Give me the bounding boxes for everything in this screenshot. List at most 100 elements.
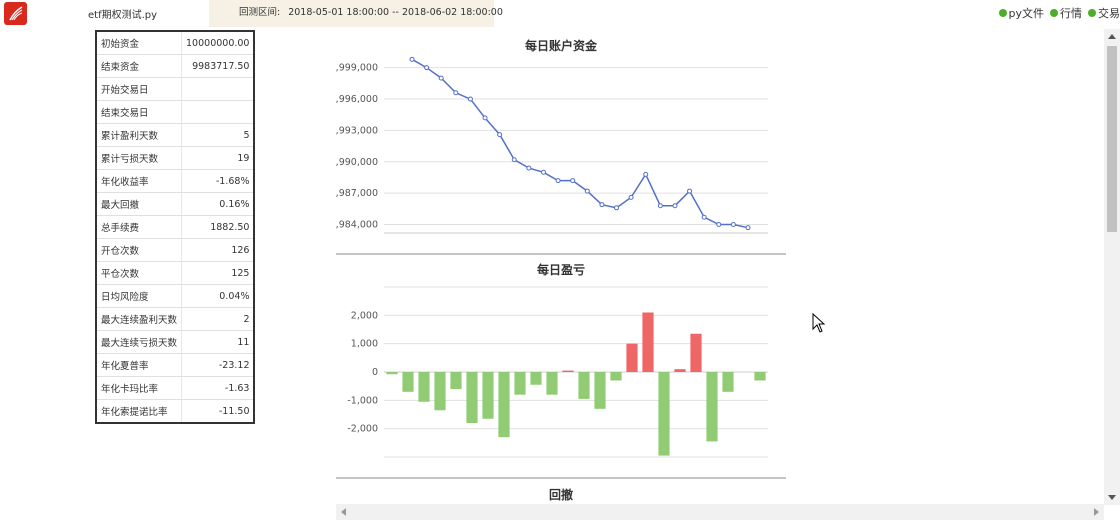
stats-row: 年化索提诺比率 -11.50 [96, 399, 254, 423]
data-point [570, 178, 576, 184]
stat-label: 年化夏普率 [96, 353, 183, 377]
stat-value: 19 [181, 146, 255, 170]
stat-label: 最大连续盈利天数 [96, 307, 183, 331]
bar [594, 372, 606, 409]
y-tick-label: -1,000 [347, 395, 378, 406]
data-point [716, 222, 722, 228]
green-dot-icon [1050, 9, 1058, 17]
y-tick-label: 9,990,000 [336, 157, 378, 168]
scroll-up-icon[interactable] [1108, 34, 1116, 39]
data-point [409, 56, 415, 62]
bar [658, 372, 670, 456]
stats-row: 累计亏损天数 19 [96, 146, 255, 170]
data-point [730, 222, 736, 228]
scroll-left-icon[interactable] [341, 508, 346, 516]
stat-value [181, 100, 255, 124]
horizontal-scrollbar[interactable] [336, 504, 1104, 520]
link-market-label: 行情 [1060, 7, 1082, 20]
data-point [467, 96, 473, 102]
bar [482, 372, 494, 419]
data-point [511, 157, 517, 163]
stat-label: 日均风险度 [96, 284, 183, 308]
bar [386, 372, 398, 375]
stats-row: 平仓次数 125 [96, 261, 255, 285]
bar [674, 369, 686, 372]
data-point [453, 90, 459, 96]
stat-label: 年化索提诺比率 [96, 399, 183, 423]
bar [626, 343, 638, 372]
data-point [584, 188, 590, 194]
stat-value [181, 77, 255, 101]
bar [498, 372, 510, 438]
green-dot-icon [998, 9, 1007, 17]
stat-label: 结束交易日 [96, 100, 183, 124]
range-value: 2018-05-01 18:00:00 -- 2018-06-02 18:00:… [288, 7, 503, 18]
stat-label: 年化收益率 [96, 169, 183, 193]
top-nav-links: py文件 行情 交易 [998, 5, 1120, 21]
y-tick-label: 9,993,000 [336, 125, 378, 136]
link-py-file-label: py文件 [1008, 7, 1045, 20]
charts-svg: 每日账户资金 9,999,000 9,996,000 9,993,000 9,990,0… [336, 38, 786, 502]
stat-label: 年化卡玛比率 [96, 376, 183, 400]
stat-value: 10000000.00 [181, 31, 255, 55]
data-point [424, 65, 430, 71]
data-point [540, 169, 546, 175]
stat-label: 累计盈利天数 [96, 123, 183, 147]
stat-value: 2 [181, 307, 255, 331]
strategy-filename: etf期权测试.py [88, 10, 158, 21]
y-tick-label: 1,000 [351, 339, 378, 350]
y-tick-label: 9,999,000 [336, 63, 378, 74]
data-point [687, 188, 693, 194]
bar [610, 372, 622, 381]
bar [402, 372, 414, 392]
vertical-scrollbar[interactable] [1104, 29, 1120, 505]
bar [754, 372, 766, 381]
bar [434, 372, 446, 411]
stats-row: 累计盈利天数 5 [96, 123, 255, 147]
data-point [482, 115, 488, 121]
chart-title: 回撤 [549, 487, 573, 502]
bar [450, 372, 462, 389]
data-point [672, 203, 678, 209]
data-point [628, 194, 634, 200]
stat-label: 结束资金 [96, 54, 183, 78]
link-trades[interactable]: 交易 [1088, 5, 1120, 21]
backtest-range: 回测区间: 2018-05-01 18:00:00 -- 2018-06-02 1… [209, 0, 503, 27]
data-point [526, 165, 532, 171]
stat-label: 开仓次数 [96, 238, 183, 262]
stats-row: 年化夏普率 -23.12 [96, 353, 255, 377]
bar [514, 372, 526, 395]
chart-title: 每日账户资金 [525, 38, 598, 53]
stat-label: 最大连续亏损天数 [96, 330, 183, 354]
data-point [701, 214, 707, 220]
stats-table: 初始资金 10000000.00 结束资金 9983717.50 开始交易日 结束交易日累… [95, 30, 256, 424]
data-point [438, 75, 444, 81]
data-point [657, 203, 663, 209]
stat-value: 0.16% [181, 192, 255, 216]
range-label: 回测区间: [239, 7, 281, 18]
stat-value: 125 [181, 261, 255, 285]
scroll-thumb[interactable] [1107, 46, 1117, 232]
link-py-file[interactable]: py文件 [998, 5, 1045, 21]
data-point [643, 171, 649, 177]
stat-value: 5 [181, 123, 255, 147]
y-tick-label: -2,000 [347, 424, 378, 435]
stats-row: 最大连续亏损天数 11 [96, 330, 255, 354]
charts-panel: 每日账户资金 9,999,000 9,996,000 9,993,000 9,990,0… [336, 30, 1106, 505]
series-line [411, 58, 749, 229]
app-logo-icon [4, 2, 27, 25]
y-tick-label: 2,000 [351, 310, 378, 321]
stat-value: 9983717.50 [181, 54, 255, 78]
data-point [614, 205, 620, 211]
scroll-right-icon[interactable] [1094, 508, 1099, 516]
link-market[interactable]: 行情 [1050, 5, 1082, 21]
y-tick-label: 9,984,000 [336, 220, 378, 231]
bar [578, 372, 590, 399]
bar [530, 372, 542, 385]
y-tick-label: 0 [372, 367, 378, 378]
stats-row: 最大连续盈利天数 2 [96, 307, 255, 331]
link-trades-label: 交易 [1098, 7, 1120, 20]
stats-row: 结束资金 9983717.50 [96, 54, 255, 78]
scroll-down-icon[interactable] [1108, 495, 1116, 500]
stat-label: 总手续费 [96, 215, 183, 239]
